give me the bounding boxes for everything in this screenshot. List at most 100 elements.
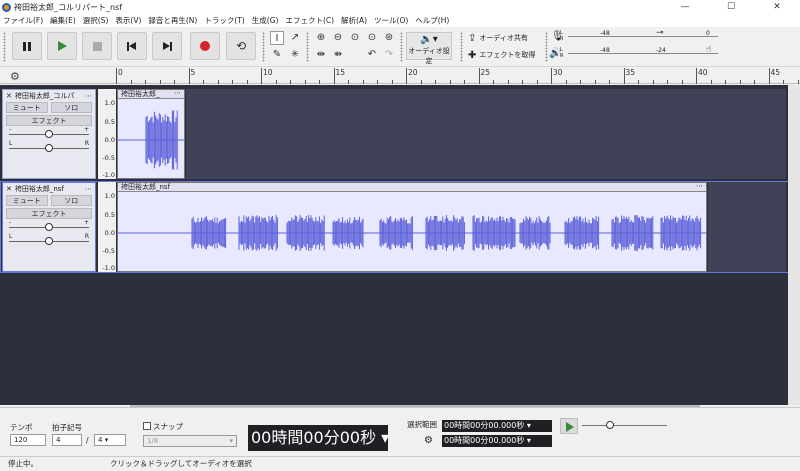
get-effects-button[interactable]: ✚ エフェクトを取得 <box>468 48 535 62</box>
skip-to-end-button[interactable] <box>152 32 182 60</box>
play-at-speed-button[interactable] <box>560 418 578 434</box>
menu-help[interactable]: ヘルプ(H) <box>415 15 449 26</box>
effects-button[interactable]: エフェクト <box>6 208 92 219</box>
track-name[interactable]: 袴田裕太郎_コルパ <box>15 91 75 101</box>
loop-button[interactable]: ⟲ <box>226 32 256 60</box>
tempo-input[interactable]: 120 <box>10 434 46 446</box>
time-display[interactable]: 00時間00分00秒 ▾ <box>248 425 389 451</box>
ruler-tick <box>667 80 668 84</box>
zoom-out-icon[interactable]: ⊖ <box>331 31 345 45</box>
menu-view[interactable]: 表示(V) <box>115 15 141 26</box>
clip-menu-icon[interactable]: ⋯ <box>696 183 703 191</box>
timeline-ruler[interactable]: 0 5 10 15 20 25 30 35 40 45 <box>116 67 800 84</box>
record-button[interactable] <box>190 32 220 60</box>
playback-speed-track[interactable] <box>582 425 667 426</box>
slider-knob[interactable] <box>45 130 53 138</box>
track-name[interactable]: 袴田裕太郎_nsf <box>15 184 64 194</box>
selection-start-input[interactable]: 00時間00分00.000秒 ▾ <box>442 420 552 432</box>
solo-button[interactable]: ソロ <box>50 102 92 113</box>
playback-speed-knob[interactable] <box>606 421 614 429</box>
menu-generate[interactable]: 生成(G) <box>252 15 279 26</box>
menu-edit[interactable]: 編集(E) <box>50 15 76 26</box>
menu-effect[interactable]: エフェクト(C) <box>285 15 334 26</box>
time-sig-numerator-input[interactable]: 4 <box>52 434 82 446</box>
draw-tool-icon[interactable]: ✎ <box>270 48 284 62</box>
fit-selection-icon[interactable]: ⊙ <box>348 31 362 45</box>
multi-tool-icon[interactable]: ✳ <box>288 48 302 62</box>
menu-tracks[interactable]: トラック(T) <box>204 15 244 26</box>
empty-track-lane[interactable] <box>186 89 786 179</box>
trim-icon[interactable]: ⇹ <box>314 48 328 62</box>
slider-knob[interactable] <box>45 144 53 152</box>
track-menu-icon[interactable]: ⋯ <box>85 185 92 193</box>
mute-button[interactable]: ミュート <box>6 195 48 206</box>
pan-slider[interactable]: L R <box>9 140 89 154</box>
track-control-panel[interactable]: ✕ 袴田裕太郎_nsf ⋯ ミュート ソロ エフェクト - + L R <box>2 182 96 272</box>
audio-clip[interactable]: 袴田裕太郎_ ⋯ <box>117 89 185 179</box>
share-audio-button[interactable]: ⇪ オーディオ共有 <box>468 31 528 45</box>
zoom-in-icon[interactable]: ⊕ <box>314 31 328 45</box>
clip-menu-icon[interactable]: ⋯ <box>174 90 181 98</box>
undo-icon[interactable]: ↶ <box>365 48 379 62</box>
gain-slider[interactable]: - + <box>9 219 89 233</box>
toolbar-grip[interactable] <box>545 32 548 62</box>
hand-cursor-icon[interactable]: ☝ <box>706 45 711 55</box>
menu-transport[interactable]: 録音と再生(N) <box>148 15 197 26</box>
playback-meter[interactable]: L R -48 -24 ☝ <box>560 45 720 60</box>
menu-analyze[interactable]: 解析(A) <box>341 15 367 26</box>
mute-button[interactable]: ミュート <box>6 102 48 113</box>
empty-track-lane[interactable] <box>708 182 786 272</box>
snap-select[interactable]: 1/8 ▾ <box>143 435 237 447</box>
pan-slider[interactable]: L R <box>9 233 89 247</box>
minimize-button[interactable]: — <box>662 0 708 14</box>
maximize-button[interactable]: ☐ <box>708 0 754 14</box>
fit-project-icon[interactable]: ⊙ <box>365 31 379 45</box>
toolbar-grip[interactable] <box>3 32 6 62</box>
close-track-icon[interactable]: ✕ <box>6 185 12 193</box>
skip-to-start-button[interactable] <box>117 32 147 60</box>
play-button[interactable] <box>47 32 77 60</box>
clip-title-bar[interactable]: 袴田裕太郎_nsf ⋯ <box>118 183 706 192</box>
track-control-panel[interactable]: ✕ 袴田裕太郎_コルパ ⋯ ミュート ソロ エフェクト - + L R <box>2 89 96 179</box>
effects-button[interactable]: エフェクト <box>6 115 92 126</box>
record-meter[interactable]: L R -48 ⊸ 0 <box>560 28 720 43</box>
toolbar-grip[interactable] <box>460 32 463 62</box>
pause-button[interactable] <box>12 32 42 60</box>
close-track-icon[interactable]: ✕ <box>6 92 12 100</box>
toolbar-grip[interactable] <box>262 32 265 62</box>
redo-icon[interactable]: ↷ <box>382 48 396 62</box>
ruler-tick <box>391 80 393 84</box>
track-area[interactable]: ✕ 袴田裕太郎_コルパ ⋯ ミュート ソロ エフェクト - + L R 1.0 … <box>0 85 800 405</box>
audio-setup-button[interactable]: 🔈▾ オーディオ設定 <box>406 32 452 65</box>
slider-knob[interactable] <box>45 237 53 245</box>
menu-file[interactable]: ファイル(F) <box>3 15 43 26</box>
menu-tools[interactable]: ツール(O) <box>374 15 408 26</box>
silence-icon[interactable]: ⇻ <box>331 48 345 62</box>
clip-title-bar[interactable]: 袴田裕太郎_ ⋯ <box>118 90 184 99</box>
play-icon <box>566 422 574 432</box>
meter-mark: -24 <box>656 47 666 54</box>
toolbar-grip[interactable] <box>400 32 403 62</box>
vertical-scrollbar[interactable] <box>788 85 800 405</box>
close-button[interactable]: ✕ <box>754 0 800 14</box>
time-sig-denominator-select[interactable]: 4 ▾ <box>94 434 126 446</box>
selection-options-gear-icon[interactable]: ⚙ <box>424 435 433 446</box>
stop-button[interactable] <box>82 32 112 60</box>
gain-slider[interactable]: - + <box>9 126 89 140</box>
audio-clip[interactable]: 袴田裕太郎_nsf ⋯ <box>117 182 707 272</box>
selection-end-input[interactable]: 00時間00分00.000秒 ▾ <box>442 435 552 447</box>
ruler-tick <box>275 80 277 84</box>
ruler-tick <box>261 68 262 84</box>
zoom-toggle-icon[interactable]: ⊛ <box>382 31 396 45</box>
meter-slider-icon[interactable]: ⊸ <box>656 28 664 38</box>
solo-button[interactable]: ソロ <box>50 195 92 206</box>
toolbar-grip[interactable] <box>306 32 309 62</box>
snap-checkbox[interactable] <box>143 422 151 430</box>
timeline-options-gear-icon[interactable]: ⚙ <box>10 70 20 83</box>
menu-select[interactable]: 選択(S) <box>83 15 109 26</box>
envelope-tool-icon[interactable]: ↗ <box>288 31 302 45</box>
selection-tool-icon[interactable]: I <box>270 31 284 45</box>
slider-knob[interactable] <box>45 223 53 231</box>
track-menu-icon[interactable]: ⋯ <box>85 92 92 100</box>
ruler-tick <box>797 80 799 84</box>
